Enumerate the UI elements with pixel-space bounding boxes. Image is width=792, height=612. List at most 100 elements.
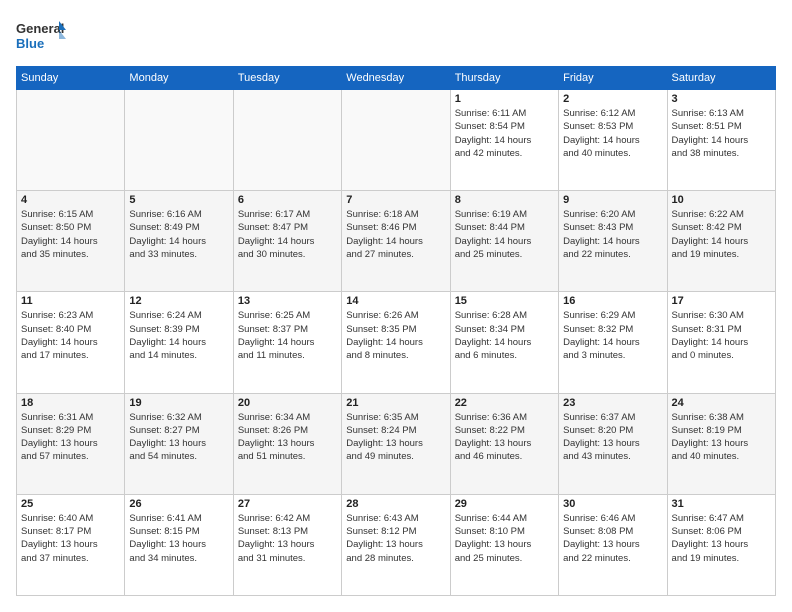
calendar-header-tuesday: Tuesday — [233, 67, 341, 90]
day-number: 31 — [672, 498, 771, 510]
day-info: Sunrise: 6:35 AM Sunset: 8:24 PM Dayligh… — [346, 411, 445, 464]
calendar-cell: 29Sunrise: 6:44 AM Sunset: 8:10 PM Dayli… — [450, 494, 558, 595]
day-info: Sunrise: 6:41 AM Sunset: 8:15 PM Dayligh… — [129, 512, 228, 565]
calendar-header-sunday: Sunday — [17, 67, 125, 90]
day-number: 25 — [21, 498, 120, 510]
day-info: Sunrise: 6:15 AM Sunset: 8:50 PM Dayligh… — [21, 208, 120, 261]
day-info: Sunrise: 6:29 AM Sunset: 8:32 PM Dayligh… — [563, 309, 662, 362]
calendar-header-wednesday: Wednesday — [342, 67, 450, 90]
day-number: 28 — [346, 498, 445, 510]
calendar-cell: 2 Sunrise: 6:12 AM Sunset: 8:53 PM Daylig… — [559, 90, 667, 191]
day-number: 26 — [129, 498, 228, 510]
day-info: Sunrise: 6:31 AM Sunset: 8:29 PM Dayligh… — [21, 411, 120, 464]
day-number: 7 — [346, 194, 445, 206]
header: General Blue — [16, 16, 776, 56]
day-number: 1 — [455, 93, 554, 105]
calendar-header-monday: Monday — [125, 67, 233, 90]
calendar-week-1: 1 Sunrise: 6:11 AM Sunset: 8:54 PM Daylig… — [17, 90, 776, 191]
calendar-cell: 25 Sunrise: 6:40 AM Sunset: 8:17 PM Dayli… — [17, 494, 125, 595]
day-info: Sunrise: 6:12 AM Sunset: 8:53 PM Dayligh… — [563, 107, 662, 160]
calendar-cell: 1 Sunrise: 6:11 AM Sunset: 8:54 PM Daylig… — [450, 90, 558, 191]
day-info: Sunrise: 6:37 AM Sunset: 8:20 PM Dayligh… — [563, 411, 662, 464]
calendar-week-5: 25 Sunrise: 6:40 AM Sunset: 8:17 PM Dayli… — [17, 494, 776, 595]
day-info: Sunrise: 6:17 AM Sunset: 8:47 PM Dayligh… — [238, 208, 337, 261]
day-number: 20 — [238, 397, 337, 409]
day-info: Sunrise: 6:24 AM Sunset: 8:39 PM Dayligh… — [129, 309, 228, 362]
day-info: Sunrise: 6:40 AM Sunset: 8:17 PM Dayligh… — [21, 512, 120, 565]
calendar-header-friday: Friday — [559, 67, 667, 90]
day-info: Sunrise: 6:13 AM Sunset: 8:51 PM Dayligh… — [672, 107, 771, 160]
logo-svg: General Blue — [16, 16, 66, 56]
calendar-cell: 30 Sunrise: 6:46 AM Sunset: 8:08 PM Dayli… — [559, 494, 667, 595]
calendar-cell: 19 Sunrise: 6:32 AM Sunset: 8:27 PM Dayli… — [125, 393, 233, 494]
calendar-cell: 7 Sunrise: 6:18 AM Sunset: 8:46 PM Daylig… — [342, 191, 450, 292]
calendar-cell: 17 Sunrise: 6:30 AM Sunset: 8:31 PM Dayli… — [667, 292, 775, 393]
calendar-cell: 27 Sunrise: 6:42 AM Sunset: 8:13 PM Dayli… — [233, 494, 341, 595]
calendar-week-4: 18 Sunrise: 6:31 AM Sunset: 8:29 PM Dayli… — [17, 393, 776, 494]
calendar-cell: 22 Sunrise: 6:36 AM Sunset: 8:22 PM Dayli… — [450, 393, 558, 494]
svg-text:General: General — [16, 21, 64, 36]
day-info: Sunrise: 6:16 AM Sunset: 8:49 PM Dayligh… — [129, 208, 228, 261]
day-number: 19 — [129, 397, 228, 409]
calendar-cell — [233, 90, 341, 191]
day-number: 17 — [672, 295, 771, 307]
day-info: Sunrise: 6:30 AM Sunset: 8:31 PM Dayligh… — [672, 309, 771, 362]
day-info: Sunrise: 6:47 AM Sunset: 8:06 PM Dayligh… — [672, 512, 771, 565]
calendar-cell: 11Sunrise: 6:23 AM Sunset: 8:40 PM Dayli… — [17, 292, 125, 393]
day-info: Sunrise: 6:19 AM Sunset: 8:44 PM Dayligh… — [455, 208, 554, 261]
day-number: 4 — [21, 194, 120, 206]
day-number: 30 — [563, 498, 662, 510]
calendar-cell — [17, 90, 125, 191]
calendar-header-thursday: Thursday — [450, 67, 558, 90]
calendar-cell — [342, 90, 450, 191]
day-info: Sunrise: 6:26 AM Sunset: 8:35 PM Dayligh… — [346, 309, 445, 362]
calendar-cell: 3 Sunrise: 6:13 AM Sunset: 8:51 PM Daylig… — [667, 90, 775, 191]
day-number: 16 — [563, 295, 662, 307]
day-number: 22 — [455, 397, 554, 409]
page: General Blue SundayMondayTuesdayWednesda… — [0, 0, 792, 612]
day-info: Sunrise: 6:22 AM Sunset: 8:42 PM Dayligh… — [672, 208, 771, 261]
day-info: Sunrise: 6:28 AM Sunset: 8:34 PM Dayligh… — [455, 309, 554, 362]
day-number: 6 — [238, 194, 337, 206]
day-info: Sunrise: 6:42 AM Sunset: 8:13 PM Dayligh… — [238, 512, 337, 565]
day-number: 5 — [129, 194, 228, 206]
calendar-cell: 31 Sunrise: 6:47 AM Sunset: 8:06 PM Dayli… — [667, 494, 775, 595]
day-number: 2 — [563, 93, 662, 105]
calendar-cell: 8 Sunrise: 6:19 AM Sunset: 8:44 PM Daylig… — [450, 191, 558, 292]
day-number: 21 — [346, 397, 445, 409]
day-info: Sunrise: 6:38 AM Sunset: 8:19 PM Dayligh… — [672, 411, 771, 464]
day-number: 9 — [563, 194, 662, 206]
calendar-cell: 13Sunrise: 6:25 AM Sunset: 8:37 PM Dayli… — [233, 292, 341, 393]
day-info: Sunrise: 6:46 AM Sunset: 8:08 PM Dayligh… — [563, 512, 662, 565]
calendar-week-3: 11Sunrise: 6:23 AM Sunset: 8:40 PM Dayli… — [17, 292, 776, 393]
day-info: Sunrise: 6:34 AM Sunset: 8:26 PM Dayligh… — [238, 411, 337, 464]
day-number: 18 — [21, 397, 120, 409]
calendar-cell: 26 Sunrise: 6:41 AM Sunset: 8:15 PM Dayli… — [125, 494, 233, 595]
day-number: 23 — [563, 397, 662, 409]
day-number: 11 — [21, 295, 120, 307]
day-info: Sunrise: 6:36 AM Sunset: 8:22 PM Dayligh… — [455, 411, 554, 464]
calendar-cell: 18 Sunrise: 6:31 AM Sunset: 8:29 PM Dayli… — [17, 393, 125, 494]
calendar-cell: 4 Sunrise: 6:15 AM Sunset: 8:50 PM Daylig… — [17, 191, 125, 292]
day-info: Sunrise: 6:25 AM Sunset: 8:37 PM Dayligh… — [238, 309, 337, 362]
day-info: Sunrise: 6:18 AM Sunset: 8:46 PM Dayligh… — [346, 208, 445, 261]
day-info: Sunrise: 6:32 AM Sunset: 8:27 PM Dayligh… — [129, 411, 228, 464]
calendar-cell: 5 Sunrise: 6:16 AM Sunset: 8:49 PM Daylig… — [125, 191, 233, 292]
day-number: 8 — [455, 194, 554, 206]
calendar-cell: 9 Sunrise: 6:20 AM Sunset: 8:43 PM Daylig… — [559, 191, 667, 292]
calendar-cell: 14Sunrise: 6:26 AM Sunset: 8:35 PM Dayli… — [342, 292, 450, 393]
calendar-header-row: SundayMondayTuesdayWednesdayThursdayFrid… — [17, 67, 776, 90]
day-number: 27 — [238, 498, 337, 510]
calendar-cell: 6 Sunrise: 6:17 AM Sunset: 8:47 PM Daylig… — [233, 191, 341, 292]
calendar-cell: 28Sunrise: 6:43 AM Sunset: 8:12 PM Dayli… — [342, 494, 450, 595]
day-number: 10 — [672, 194, 771, 206]
calendar-cell: 10 Sunrise: 6:22 AM Sunset: 8:42 PM Dayli… — [667, 191, 775, 292]
day-number: 3 — [672, 93, 771, 105]
calendar-cell: 21 Sunrise: 6:35 AM Sunset: 8:24 PM Dayli… — [342, 393, 450, 494]
calendar-cell — [125, 90, 233, 191]
day-info: Sunrise: 6:20 AM Sunset: 8:43 PM Dayligh… — [563, 208, 662, 261]
calendar-cell: 23 Sunrise: 6:37 AM Sunset: 8:20 PM Dayli… — [559, 393, 667, 494]
calendar-cell: 15 Sunrise: 6:28 AM Sunset: 8:34 PM Dayli… — [450, 292, 558, 393]
day-info: Sunrise: 6:11 AM Sunset: 8:54 PM Dayligh… — [455, 107, 554, 160]
day-number: 15 — [455, 295, 554, 307]
